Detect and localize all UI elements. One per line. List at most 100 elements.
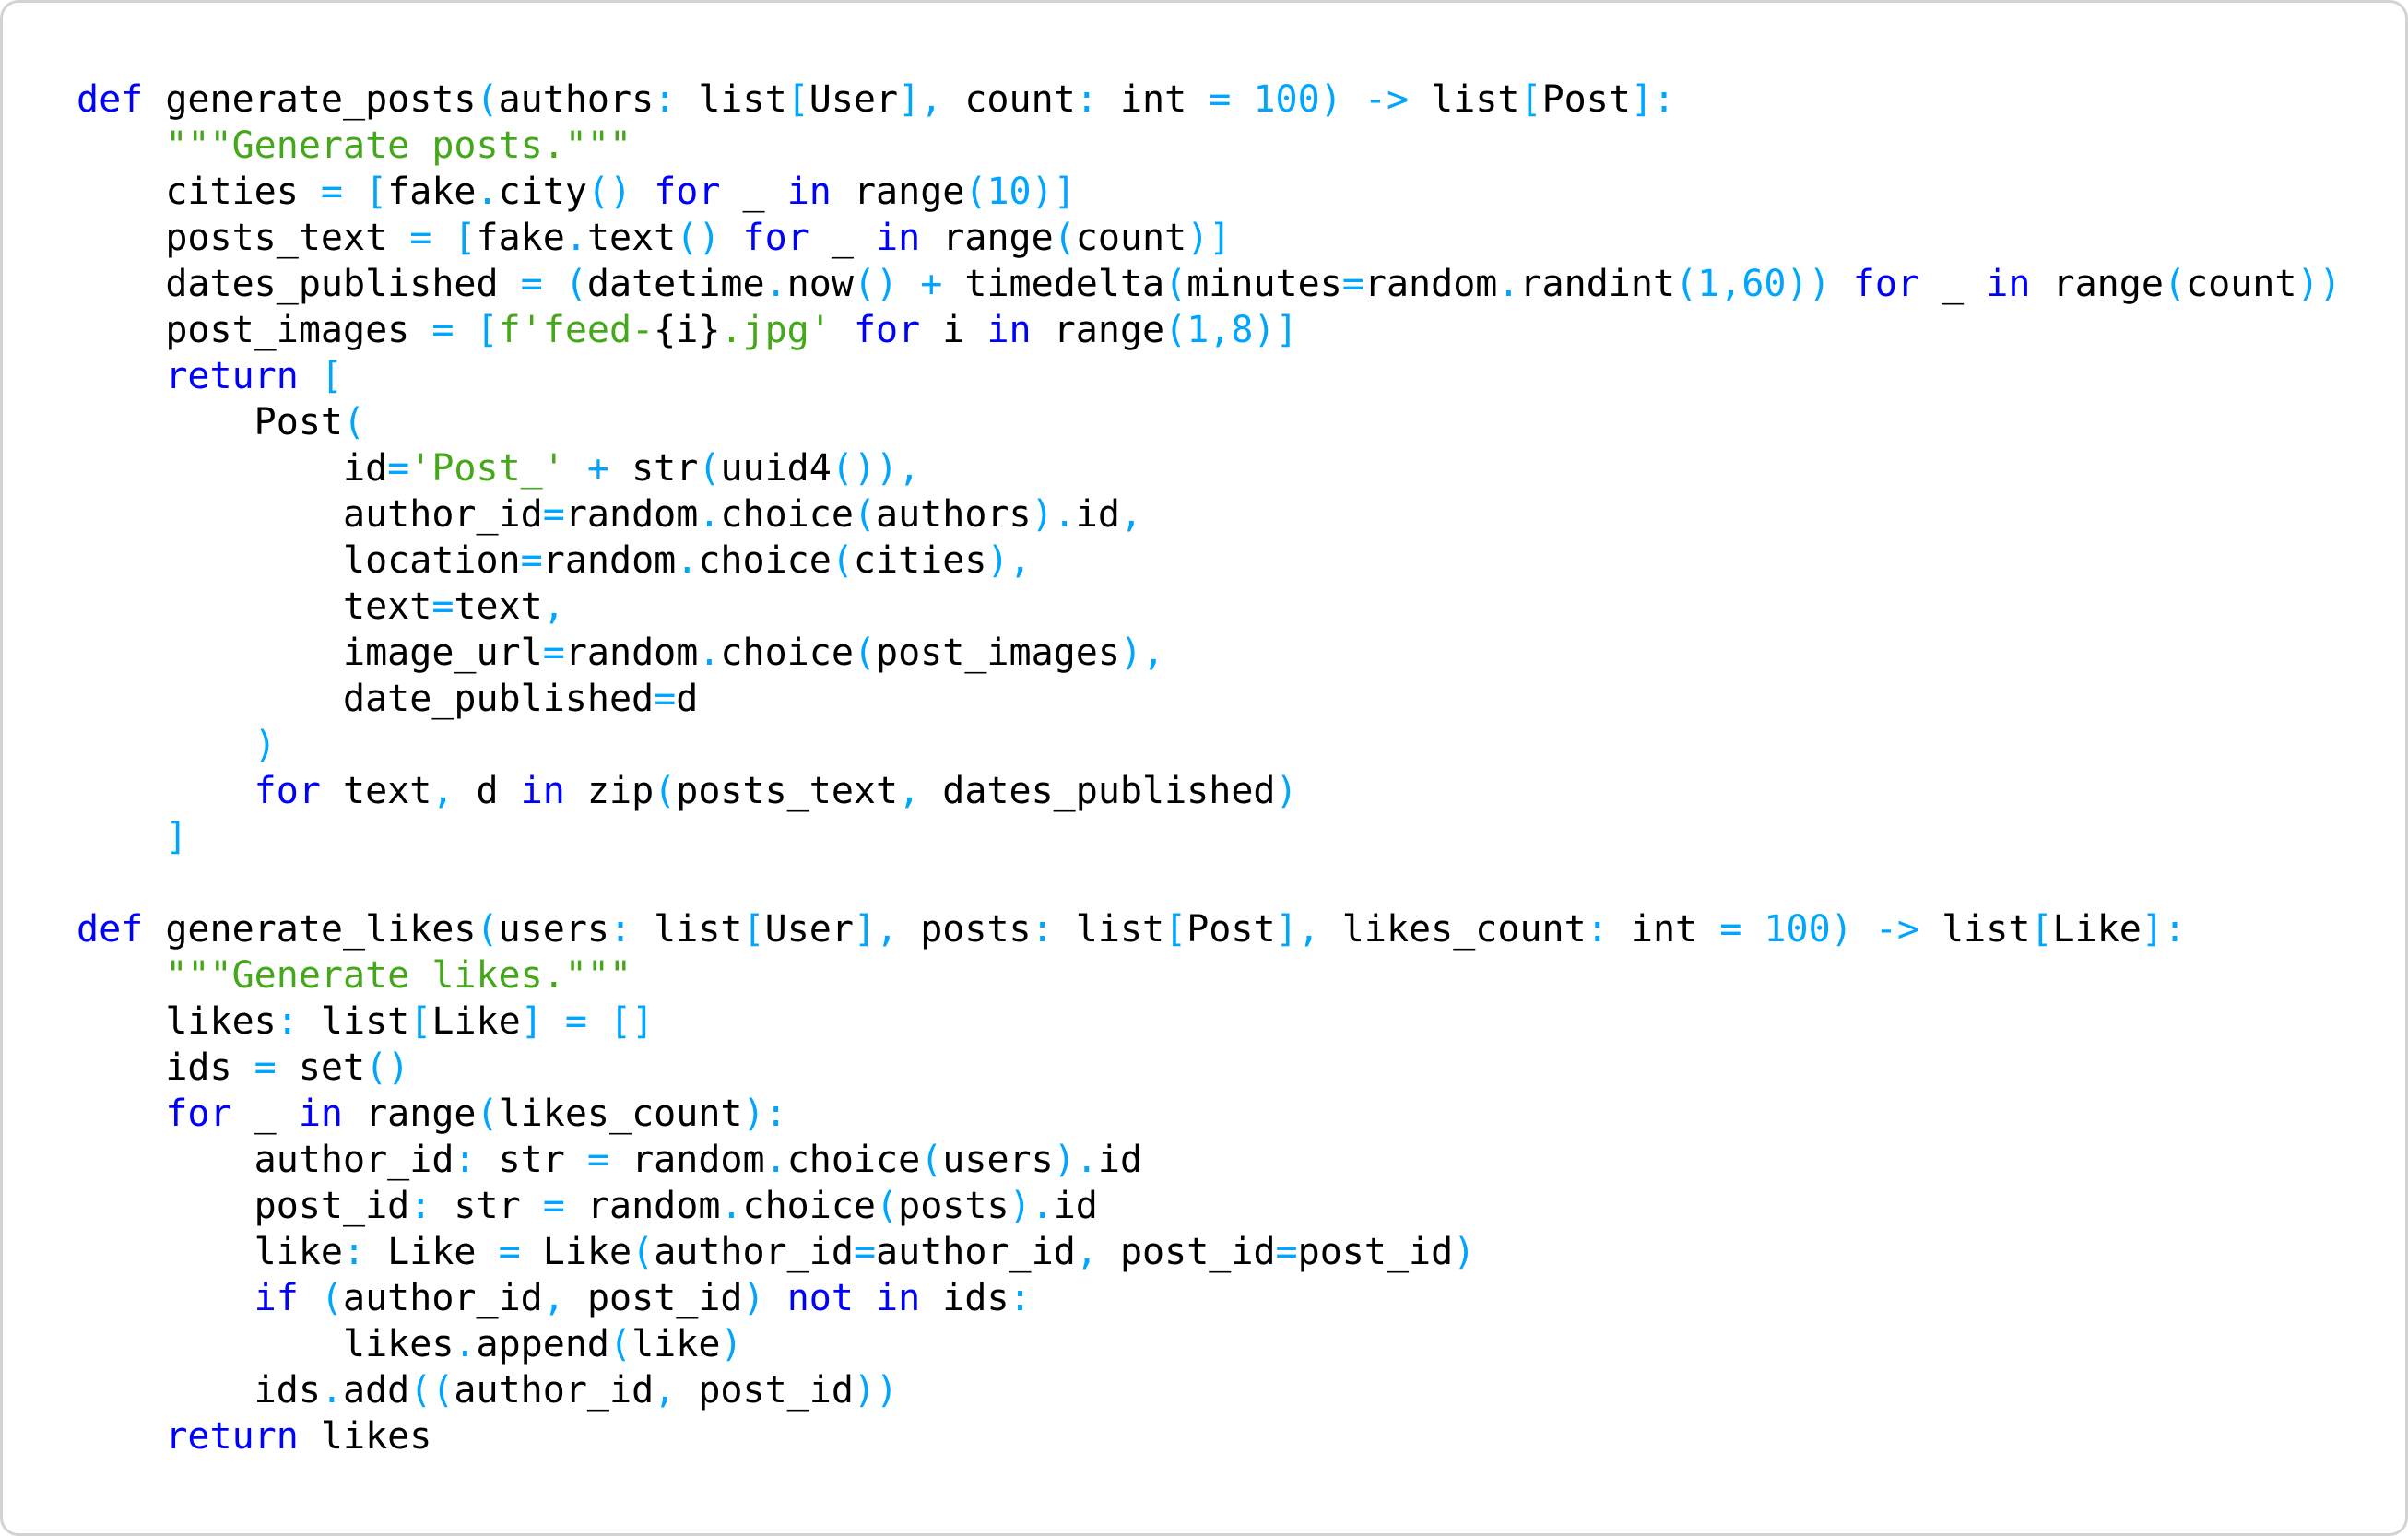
- code-token: author_id: [77, 493, 543, 536]
- code-token: range: [920, 217, 1054, 259]
- code-token: 'Post_': [409, 447, 565, 490]
- code-token: (: [342, 401, 366, 443]
- code-token: date_published: [77, 678, 655, 720]
- code-token: text: [586, 217, 677, 259]
- code-token: +: [586, 447, 610, 490]
- code-token: not: [786, 1277, 854, 1319]
- code-token: =: [654, 678, 677, 720]
- code-token: str: [609, 447, 699, 490]
- code-token: (: [831, 539, 854, 582]
- code-token: =: [1275, 1231, 1298, 1273]
- code-token: image_url: [77, 632, 543, 674]
- code-token: str: [431, 1185, 543, 1227]
- code-token: (: [476, 908, 499, 951]
- code-token: ),: [1119, 632, 1165, 674]
- code-token: (: [853, 493, 877, 536]
- code-token: likes: [77, 1000, 277, 1043]
- code-line: text=text,: [77, 584, 2342, 630]
- code-token: ,: [1119, 493, 1143, 536]
- code-token: 10: [986, 171, 1032, 213]
- code-token: timedelta: [942, 263, 1165, 305]
- code-token: (: [1053, 217, 1076, 259]
- code-line: cities = [fake.city() for _ in range(10)…: [77, 169, 2342, 215]
- code-token: ids: [77, 1046, 254, 1089]
- code-token: [: [454, 217, 477, 259]
- code-token: 8: [1231, 309, 1254, 351]
- code-line: id='Post_' + str(uuid4()),: [77, 445, 2342, 491]
- code-token: random: [564, 493, 699, 536]
- code-token: :: [342, 1231, 366, 1273]
- code-token: in: [876, 217, 921, 259]
- code-token: authors: [498, 78, 655, 121]
- code-token: .: [676, 539, 699, 582]
- code-token: =: [320, 171, 343, 213]
- code-token: ): [1319, 78, 1342, 121]
- code-token: in: [1986, 263, 2031, 305]
- code-token: =: [520, 539, 543, 582]
- code-token: ): [1830, 908, 1853, 951]
- code-token: post_images: [876, 632, 1120, 674]
- code-token: (: [609, 1323, 632, 1365]
- code-token: generate_likes: [143, 908, 477, 951]
- code-line: post_images = [f'feed-{i}.jpg' for i in …: [77, 307, 2342, 353]
- code-token: =: [431, 585, 454, 628]
- code-token: +: [920, 263, 943, 305]
- code-token: set: [276, 1046, 366, 1089]
- code-token: [: [786, 78, 809, 121]
- code-token: ): [1275, 770, 1298, 812]
- code-token: [: [320, 355, 344, 397]
- code-token: ids: [920, 1277, 1009, 1319]
- code-token: (: [920, 1139, 943, 1181]
- code-token: author_id: [876, 1231, 1076, 1273]
- code-token: 60: [1741, 263, 1787, 305]
- code-token: ]: [520, 1000, 543, 1043]
- code-token: 100: [1253, 78, 1320, 121]
- code-line: ): [77, 722, 2342, 768]
- code-token: .: [476, 171, 499, 213]
- code-line: """Generate likes.""": [77, 952, 2342, 998]
- code-token: author_id: [454, 1369, 655, 1412]
- code-line: ids = set(): [77, 1045, 2342, 1091]
- code-token: id: [1053, 1185, 1098, 1227]
- code-token: _: [231, 1093, 299, 1135]
- code-token: return: [165, 1415, 299, 1458]
- code-token: posts: [898, 908, 1032, 951]
- code-token: .: [1497, 263, 1520, 305]
- code-line: ]: [77, 814, 2342, 860]
- code-token: choice: [720, 493, 854, 536]
- code-token: range: [1031, 309, 1165, 351]
- code-token: .: [720, 1185, 743, 1227]
- code-token: random: [1363, 263, 1498, 305]
- code-line: for _ in range(likes_count):: [77, 1091, 2342, 1137]
- code-token: Like: [2052, 908, 2142, 951]
- code-token: fake: [476, 217, 565, 259]
- code-token: :: [609, 908, 632, 951]
- code-token: (): [676, 217, 721, 259]
- code-line: dates_published = (datetime.now() + time…: [77, 261, 2341, 307]
- code-token: ],: [1275, 908, 1320, 951]
- code-token: list: [298, 1000, 410, 1043]
- code-token: =: [542, 493, 565, 536]
- code-line: Post(: [77, 399, 2342, 445]
- code-token: [: [1164, 908, 1187, 951]
- code-token: ): [1453, 1231, 1476, 1273]
- code-token: text: [320, 770, 432, 812]
- code-token: choice: [786, 1139, 921, 1181]
- code-token: User: [764, 908, 854, 951]
- code-line: location=random.choice(cities),: [77, 538, 2342, 584]
- code-token: (: [698, 447, 721, 490]
- code-token: ).: [1031, 493, 1076, 536]
- code-token: minutes: [1186, 263, 1342, 305]
- code-token: =: [254, 1046, 277, 1089]
- code-token: def: [77, 78, 144, 121]
